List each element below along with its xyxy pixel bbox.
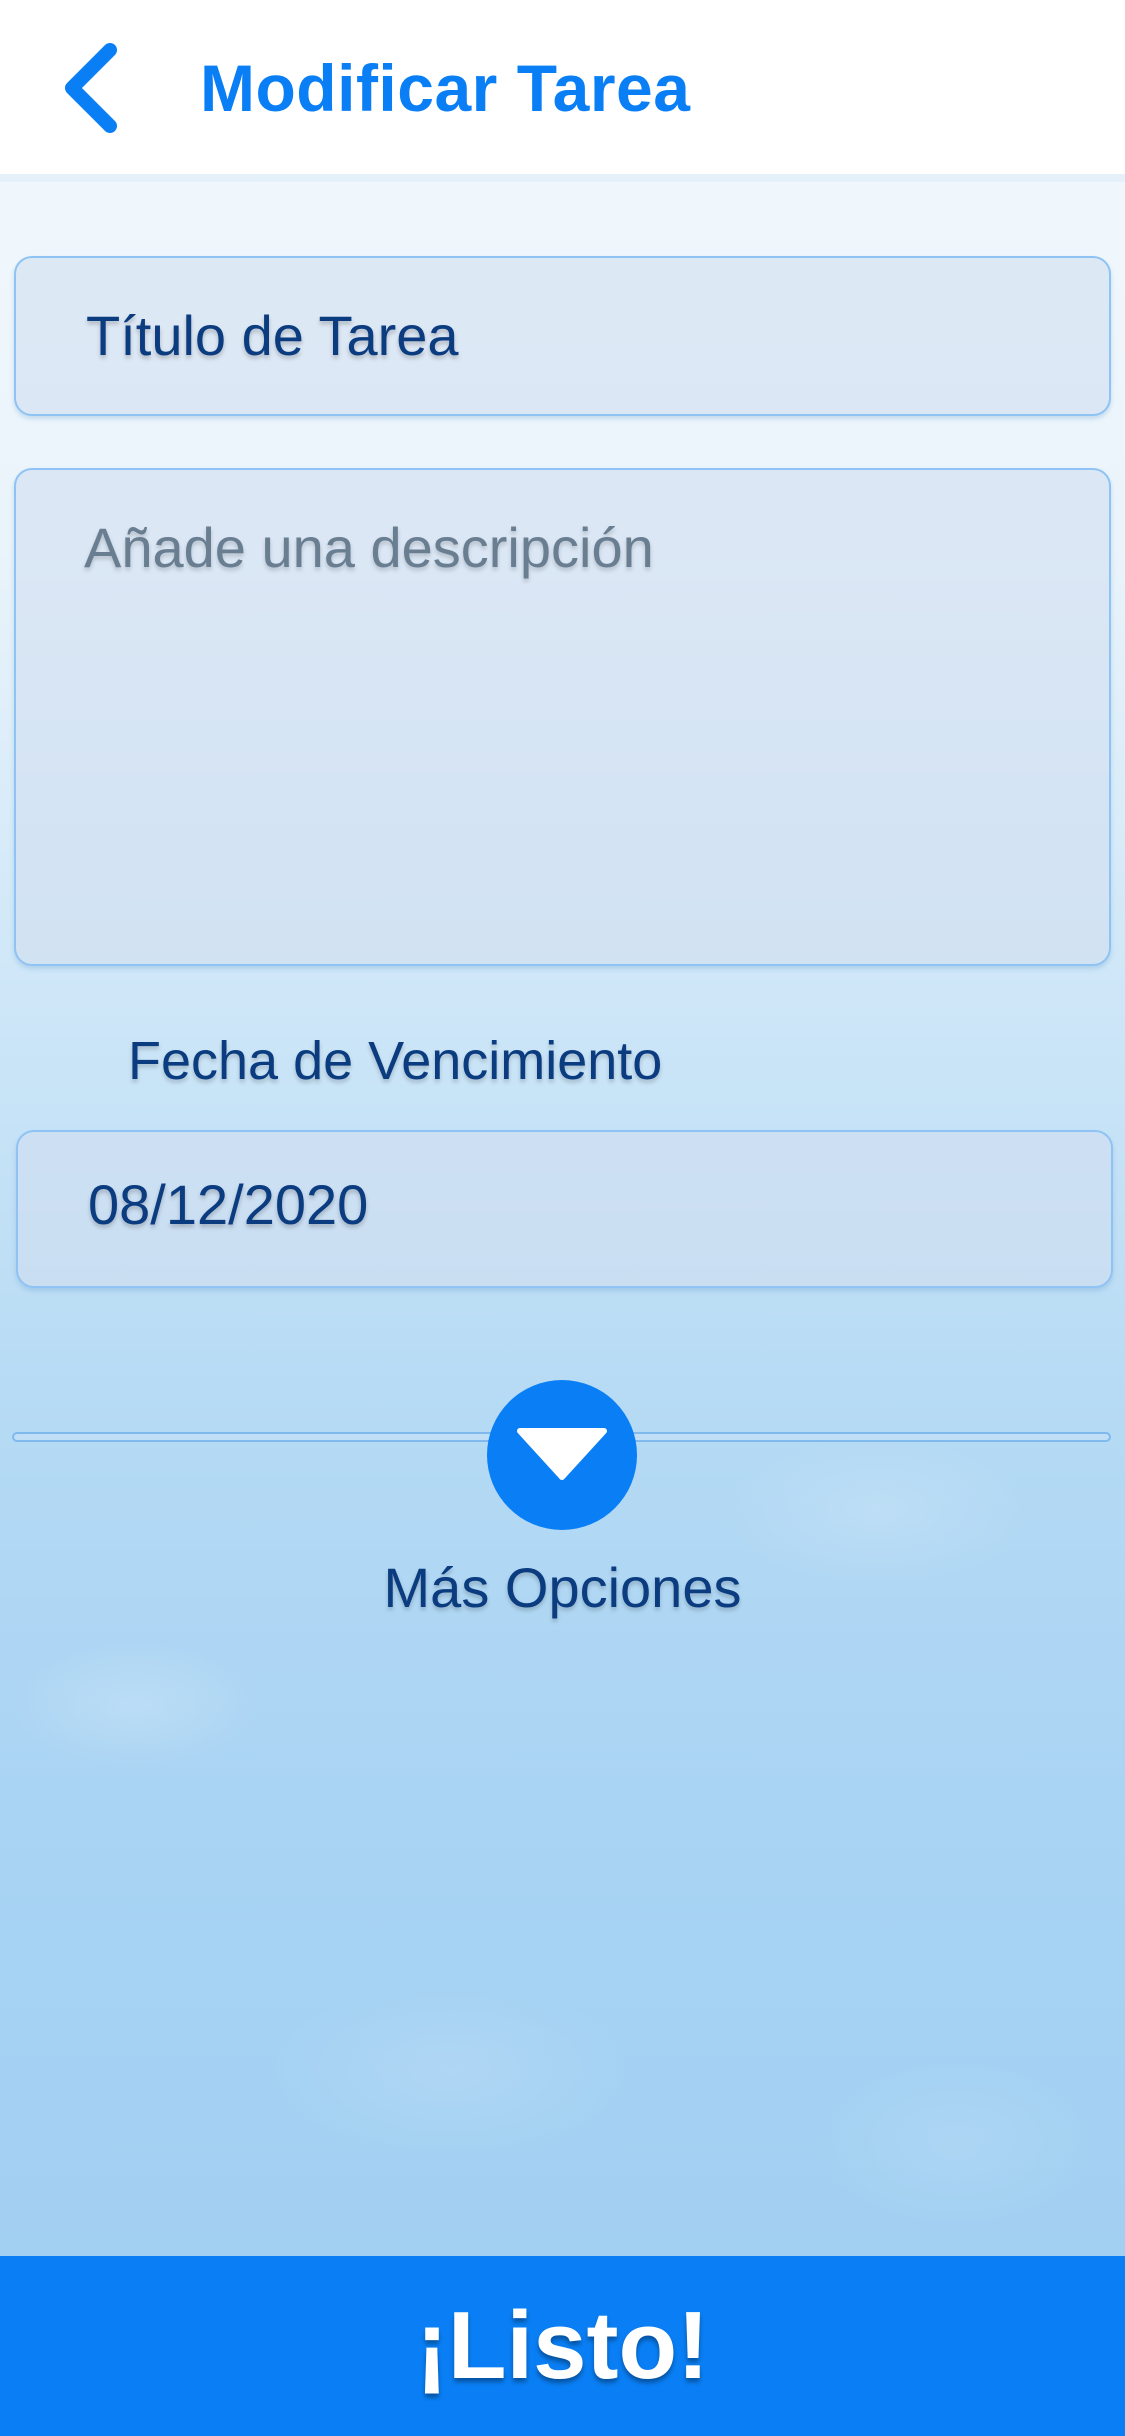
- more-options-button[interactable]: [487, 1380, 637, 1530]
- back-button[interactable]: [20, 20, 160, 160]
- description-placeholder: Añade una descripción: [84, 516, 654, 579]
- description-field[interactable]: Añade una descripción: [14, 468, 1111, 966]
- task-title-value: Título de Tarea: [86, 304, 459, 367]
- more-options-label[interactable]: Más Opciones: [0, 1555, 1125, 1620]
- chevron-down-icon: [516, 1425, 608, 1486]
- page-title: Modificar Tarea: [200, 51, 691, 125]
- due-date-label: Fecha de Vencimiento: [128, 1031, 663, 1091]
- due-date-value: 08/12/2020: [88, 1173, 369, 1236]
- header-bar: Modificar Tarea: [0, 0, 1125, 182]
- done-button[interactable]: ¡Listo!: [0, 2256, 1125, 2436]
- chevron-left-icon: [60, 42, 120, 139]
- due-date-field[interactable]: 08/12/2020: [16, 1130, 1113, 1288]
- task-title-field[interactable]: Título de Tarea: [14, 256, 1111, 416]
- done-button-label: ¡Listo!: [415, 2292, 710, 2399]
